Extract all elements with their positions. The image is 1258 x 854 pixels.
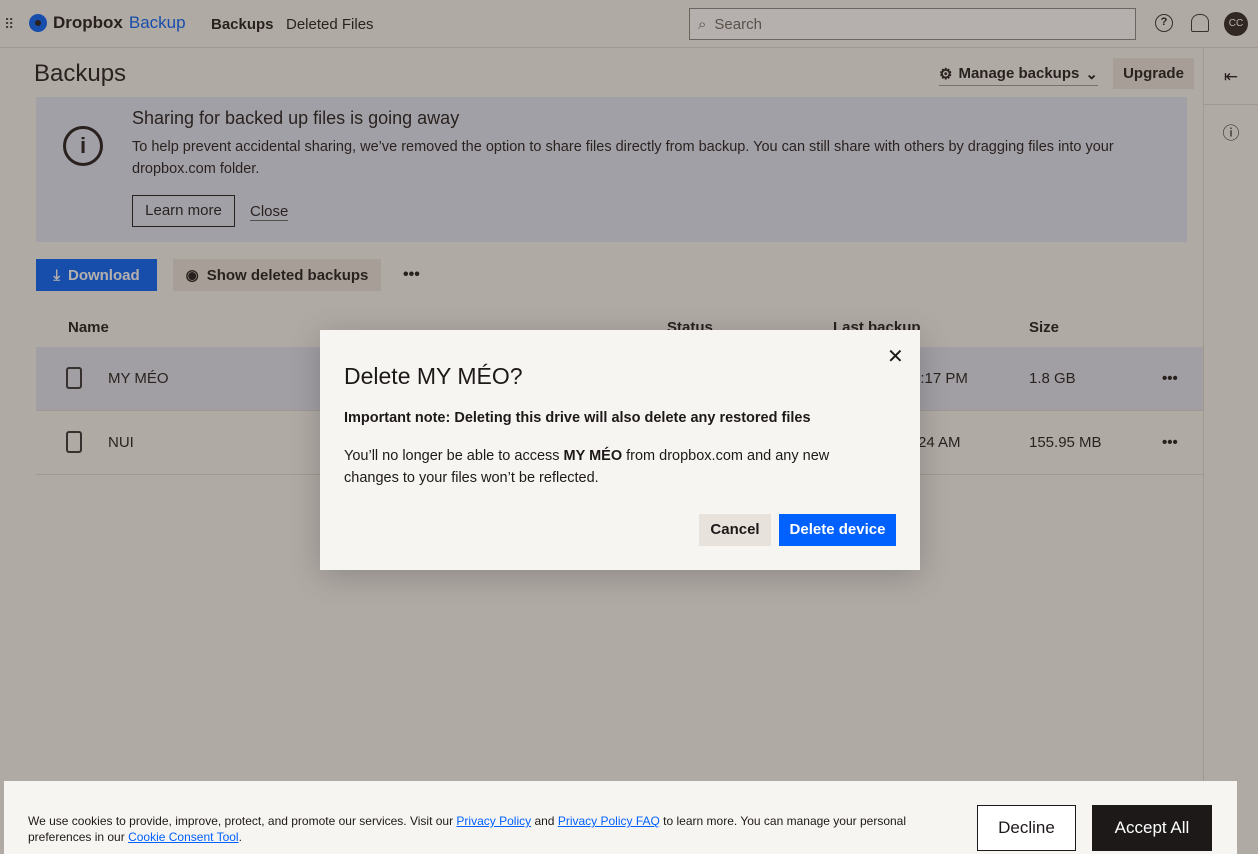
- privacy-policy-link[interactable]: Privacy Policy: [456, 814, 531, 828]
- privacy-faq-link[interactable]: Privacy Policy FAQ: [558, 814, 660, 828]
- body-text: You’ll no longer be able to access: [344, 448, 564, 464]
- accept-all-button[interactable]: Accept All: [1092, 805, 1212, 851]
- close-icon[interactable]: ✕: [887, 344, 904, 369]
- delete-device-button[interactable]: Delete device: [779, 514, 896, 546]
- dialog-body: You’ll no longer be able to access MY MÉ…: [344, 445, 884, 489]
- decline-button[interactable]: Decline: [977, 805, 1076, 851]
- cookie-consent-tool-link[interactable]: Cookie Consent Tool: [128, 830, 239, 844]
- cookie-text-part: and: [531, 814, 558, 828]
- cookie-text: We use cookies to provide, improve, prot…: [28, 813, 928, 845]
- cookie-text-part: .: [238, 830, 242, 844]
- cancel-button[interactable]: Cancel: [699, 514, 771, 546]
- cookie-banner: We use cookies to provide, improve, prot…: [4, 781, 1237, 854]
- cookie-text-part: We use cookies to provide, improve, prot…: [28, 814, 457, 828]
- delete-dialog: Delete MY MÉO? ✕ Important note: Deletin…: [320, 330, 920, 570]
- dialog-title: Delete MY MÉO?: [344, 363, 523, 389]
- dialog-note: Important note: Deleting this drive will…: [344, 410, 811, 426]
- device-name: MY MÉO: [563, 448, 623, 464]
